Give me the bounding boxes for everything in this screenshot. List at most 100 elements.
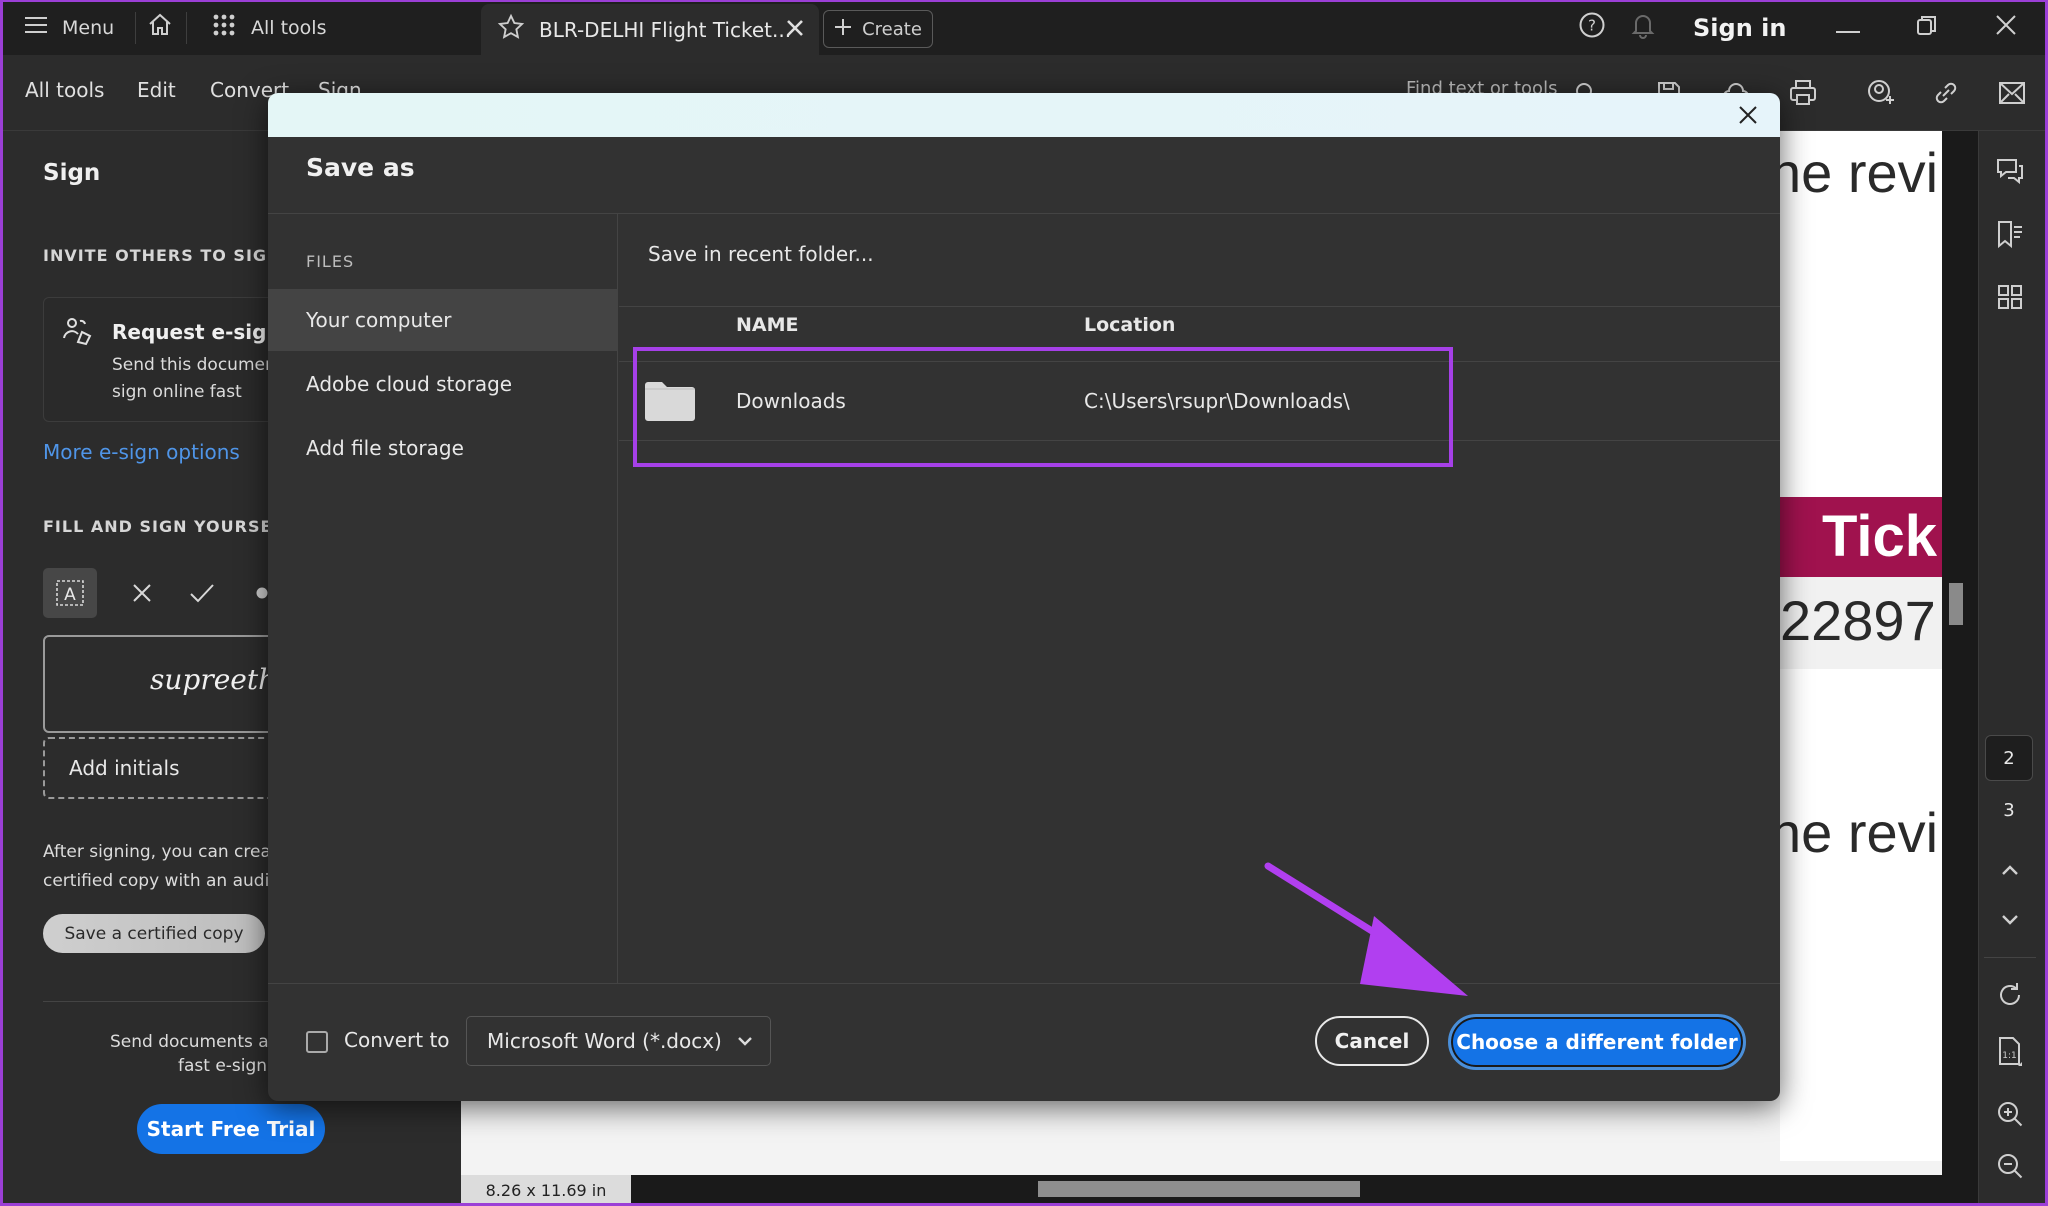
close-tab-icon[interactable] [785,18,805,43]
request-desc-line2: sign online fast [112,382,242,402]
document-text-top: he revi [1770,141,1939,204]
toolbar-all-tools[interactable]: All tools [25,78,104,102]
zoom-in-icon[interactable] [1990,1094,2030,1134]
toolbar-edit[interactable]: Edit [137,78,176,102]
nav-your-computer[interactable]: Your computer [268,289,618,351]
checkmark-icon [190,584,214,603]
vertical-scrollbar[interactable] [1942,131,1978,1175]
actual-size-icon[interactable]: 1:1 [1990,1032,2030,1072]
document-number: 22897 [1780,589,1936,652]
help-icon: ? [1578,11,1606,44]
dialog-nav: FILES Your computer Adobe cloud storage … [268,214,618,983]
choose-different-folder-button[interactable]: Choose a different folder [1448,1014,1746,1070]
email-icon[interactable] [1996,77,2028,109]
next-page-icon[interactable] [1990,900,2030,940]
close-icon [1739,106,1757,124]
divider [1984,957,2036,958]
divider [619,440,1780,441]
x-mark-icon [133,584,151,602]
divider [619,306,1780,307]
dialog-main: Save in recent folder... NAME Location D… [619,214,1780,983]
cross-mark-tool[interactable] [127,582,157,604]
text-box-icon: A [56,580,84,606]
plus-icon [834,18,852,41]
nav-adobe-cloud-storage[interactable]: Adobe cloud storage [268,353,618,415]
folder-name: Downloads [736,389,846,413]
dot-icon [256,587,268,599]
hamburger-icon [24,15,48,40]
link-icon[interactable] [1930,77,1962,109]
format-selected: Microsoft Word (*.docx) [487,1029,722,1053]
close-window-button[interactable] [1995,0,2017,55]
help-button[interactable]: ? [1578,0,1606,55]
recent-folder-label: Save in recent folder... [648,242,874,266]
dialog-title: Save as [306,153,415,182]
save-as-dialog: Save as FILES Your computer Adobe cloud … [268,93,1780,1101]
rotate-icon[interactable] [1990,975,2030,1015]
panel-title: Sign [43,160,101,186]
text-field-tool[interactable]: A [43,568,97,618]
dialog-footer: Convert to Microsoft Word (*.docx) Cance… [268,983,1780,1101]
save-certified-copy-button[interactable]: Save a certified copy [43,914,265,953]
document-tab[interactable]: BLR-DELHI Flight Ticket... [481,4,819,55]
files-caption: FILES [306,252,355,271]
column-header-name[interactable]: NAME [736,314,799,336]
close-icon [1995,14,2017,41]
restore-button[interactable] [1916,0,1938,55]
page-number[interactable]: 3 [1985,787,2033,833]
comments-icon[interactable] [1990,151,2030,191]
vertical-scroll-thumb[interactable] [1949,583,1963,625]
minimize-icon [1836,17,1860,39]
share-user-icon[interactable] [1865,77,1897,109]
bell-icon [1630,11,1656,44]
convert-checkbox[interactable] [306,1031,328,1053]
all-tools-label: All tools [251,16,327,39]
home-button[interactable] [146,0,174,55]
svg-text:1:1: 1:1 [2002,1051,2016,1061]
tab-title: BLR-DELHI Flight Ticket... [539,17,792,42]
chevron-down-icon [736,1031,754,1055]
cancel-button[interactable]: Cancel [1315,1016,1429,1066]
dialog-close-button[interactable] [1734,101,1762,129]
home-icon [146,11,174,44]
zoom-out-icon[interactable] [1990,1146,2030,1186]
format-select[interactable]: Microsoft Word (*.docx) [466,1016,771,1066]
minimize-button[interactable] [1836,0,1860,55]
bookmarks-icon[interactable] [1990,214,2030,254]
divider [135,12,136,44]
create-button[interactable]: Create [823,10,933,48]
notifications-button[interactable] [1630,0,1656,55]
create-label: Create [862,18,922,40]
page-size-label: 8.26 x 11.69 in [461,1175,631,1206]
check-mark-tool[interactable] [187,583,217,603]
more-esign-options-link[interactable]: More e-sign options [43,440,240,464]
menu-button[interactable]: Menu [24,0,114,55]
menu-label: Menu [62,16,115,39]
horizontal-scroll-thumb[interactable] [1038,1181,1360,1197]
start-free-trial-button[interactable]: Start Free Trial [137,1104,325,1154]
folder-row[interactable]: Downloads C:\Users\rsupr\Downloads\ [619,362,1780,440]
nav-add-file-storage[interactable]: Add file storage [268,417,618,479]
all-tools-button[interactable]: All tools [213,0,326,55]
after-signing-line1: After signing, you can create a [43,842,304,862]
document-band-text: Tick [1822,504,1938,569]
page-number-current[interactable]: 2 [1985,735,2033,781]
fill-sign-tools: A [43,568,277,618]
svg-text:?: ? [1588,17,1596,35]
star-icon[interactable] [497,13,525,46]
column-header-location[interactable]: Location [1084,314,1175,336]
signature-text: supreeth [150,663,277,696]
request-desc-line1: Send this document [112,355,283,375]
dialog-header-strip [268,93,1780,137]
sign-in-button[interactable]: Sign in [1693,0,1786,55]
print-icon[interactable] [1787,77,1819,109]
fill-sign-heading: FILL AND SIGN YOURSELF [43,517,296,536]
folder-icon [643,362,697,440]
thumbnails-icon[interactable] [1990,277,2030,317]
people-sign-icon [62,316,94,350]
restore-icon [1916,14,1938,41]
previous-page-icon[interactable] [1990,850,2030,890]
grid-icon [213,14,235,41]
promo-line1: Send documents and [110,1032,291,1052]
invite-heading: INVITE OTHERS TO SIGN [43,246,282,265]
